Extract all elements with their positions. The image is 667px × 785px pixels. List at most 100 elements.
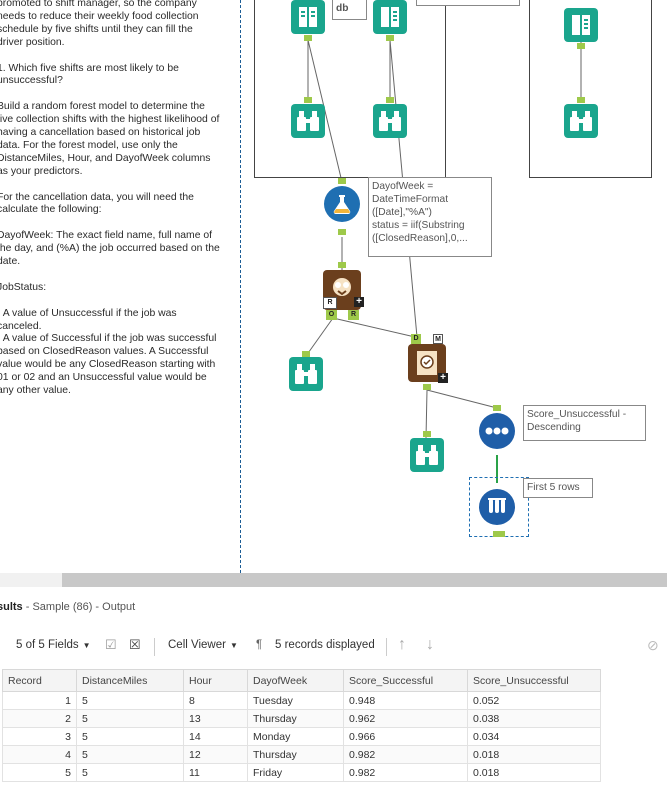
table-cell[interactable]: 5 (76, 691, 184, 710)
input-anchor[interactable] (423, 431, 431, 437)
table-row[interactable]: 5 5 11 Friday 0.982 0.018 (2, 763, 601, 782)
instruction-line: driver position. (0, 36, 65, 48)
fields-dropdown[interactable]: 5 of 5 Fields ▼ (16, 639, 91, 651)
input-anchor[interactable] (338, 178, 346, 184)
score-m-anchor[interactable]: M (433, 334, 443, 344)
instruction-line: five collection shifts with the highest … (0, 114, 220, 126)
column-header[interactable]: Score_Successful (343, 669, 468, 692)
output-anchor[interactable] (493, 531, 505, 537)
column-header[interactable]: DistanceMiles (76, 669, 184, 692)
table-cell[interactable]: Friday (247, 763, 344, 782)
close-box-icon[interactable]: ☒ (129, 637, 141, 653)
table-cell[interactable]: 0.034 (467, 727, 601, 746)
instruction-line: JobStatus: (0, 281, 47, 293)
input-anchor[interactable] (577, 97, 585, 103)
pilcrow-icon[interactable]: ¶ (256, 639, 262, 651)
browse-tool-1[interactable] (291, 104, 325, 138)
toolbar-divider (386, 638, 387, 656)
formula-tool[interactable] (324, 186, 360, 222)
input-anchor[interactable] (386, 97, 394, 103)
input-book-icon (381, 7, 399, 27)
workflow-canvas[interactable]: db DayofWeek = DateTimeFormat ([Date],"%… (241, 0, 667, 573)
formula-flask-icon (333, 195, 351, 215)
column-header[interactable]: Hour (183, 669, 248, 692)
score-d-anchor[interactable]: D (411, 334, 421, 344)
instruction-line: canceled. (0, 320, 42, 332)
sample-tool[interactable] (479, 489, 515, 525)
instruction-line: Build a random forest model to determine… (0, 101, 205, 113)
horizontal-scrollbar[interactable] (0, 573, 667, 587)
table-cell[interactable]: 11 (183, 763, 248, 782)
table-cell[interactable]: 0.982 (343, 763, 468, 782)
sample-annotation[interactable]: First 5 rows (523, 478, 593, 498)
browse-tool-5[interactable] (410, 438, 444, 472)
sort-tool[interactable] (479, 413, 515, 449)
table-cell[interactable]: 0.018 (467, 745, 601, 764)
record-cell[interactable]: 4 (2, 745, 77, 764)
column-header[interactable]: Record (2, 669, 77, 692)
record-cell[interactable]: 2 (2, 709, 77, 728)
input-tool-2[interactable] (373, 0, 407, 34)
record-cell[interactable]: 1 (2, 691, 77, 710)
cell-viewer-dropdown[interactable]: Cell Viewer ▼ (168, 639, 238, 651)
table-cell[interactable]: 5 (76, 745, 184, 764)
output-anchor[interactable] (577, 43, 585, 49)
table-cell[interactable]: 12 (183, 745, 248, 764)
table-row[interactable]: 4 5 12 Thursday 0.982 0.018 (2, 745, 601, 764)
table-cell[interactable]: 14 (183, 727, 248, 746)
column-header[interactable]: DayofWeek (247, 669, 344, 692)
browse-binoculars-icon (295, 364, 317, 384)
table-cell[interactable]: Monday (247, 727, 344, 746)
formula-annotation[interactable]: DayofWeek = DateTimeFormat ([Date],"%A")… (368, 177, 492, 257)
sample-icon (488, 498, 506, 513)
sort-annotation[interactable]: Score_Unsuccessful - Descending (523, 405, 646, 441)
table-cell[interactable]: 0.038 (467, 709, 601, 728)
browse-tool-4[interactable] (289, 357, 323, 391)
input-container-1[interactable] (254, 0, 446, 178)
results-toolbar: 5 of 5 Fields ▼ ☑ ☒ Cell Viewer ▼ ¶ 5 re… (0, 630, 667, 664)
table-cell[interactable]: 5 (76, 763, 184, 782)
table-cell[interactable]: 0.948 (343, 691, 468, 710)
record-cell[interactable]: 3 (2, 727, 77, 746)
arrow-down-icon[interactable]: ↓ (426, 636, 434, 654)
table-cell[interactable]: Thursday (247, 709, 344, 728)
checkbox-icon[interactable]: ☑ (105, 637, 117, 653)
browse-tool-3[interactable] (564, 104, 598, 138)
table-cell[interactable]: Thursday (247, 745, 344, 764)
forest-o-anchor[interactable]: O (326, 310, 337, 320)
output-anchor[interactable] (386, 35, 394, 41)
db-annotation[interactable]: db (332, 0, 367, 20)
table-cell[interactable]: 0.962 (343, 709, 468, 728)
input-tool-1[interactable] (291, 0, 325, 34)
input-tool-3[interactable] (564, 8, 598, 42)
table-cell[interactable]: 0.982 (343, 745, 468, 764)
results-grid[interactable]: Record DistanceMiles Hour DayofWeek Scor… (2, 669, 601, 782)
table-cell[interactable]: 5 (76, 727, 184, 746)
forest-r-output-anchor[interactable]: R (348, 310, 359, 320)
output-anchor[interactable] (338, 229, 346, 235)
table-cell[interactable]: Tuesday (247, 691, 344, 710)
record-cell[interactable]: 5 (2, 763, 77, 782)
scrollbar-thumb[interactable] (62, 573, 667, 587)
partial-annotation[interactable] (416, 0, 520, 6)
table-cell[interactable]: 0.052 (467, 691, 601, 710)
output-anchor[interactable] (423, 384, 431, 390)
column-header[interactable]: Score_Unsuccessful (467, 669, 601, 692)
browse-tool-2[interactable] (373, 104, 407, 138)
forest-r-anchor[interactable]: R (323, 297, 337, 309)
table-cell[interactable]: 0.966 (343, 727, 468, 746)
blocked-icon[interactable]: ⊘ (647, 637, 659, 654)
input-anchor[interactable] (304, 97, 312, 103)
input-anchor[interactable] (493, 405, 501, 411)
table-cell[interactable]: 0.018 (467, 763, 601, 782)
table-row[interactable]: 1 5 8 Tuesday 0.948 0.052 (2, 691, 601, 710)
table-cell[interactable]: 8 (183, 691, 248, 710)
table-cell[interactable]: 5 (76, 709, 184, 728)
arrow-up-icon[interactable]: ↑ (398, 636, 406, 654)
table-cell[interactable]: 13 (183, 709, 248, 728)
table-row[interactable]: 3 5 14 Monday 0.966 0.034 (2, 727, 601, 746)
input-anchor[interactable] (338, 262, 346, 268)
table-row[interactable]: 2 5 13 Thursday 0.962 0.038 (2, 709, 601, 728)
output-anchor[interactable] (304, 35, 312, 41)
instruction-line: promoted to shift manager, so the compan… (0, 0, 197, 9)
